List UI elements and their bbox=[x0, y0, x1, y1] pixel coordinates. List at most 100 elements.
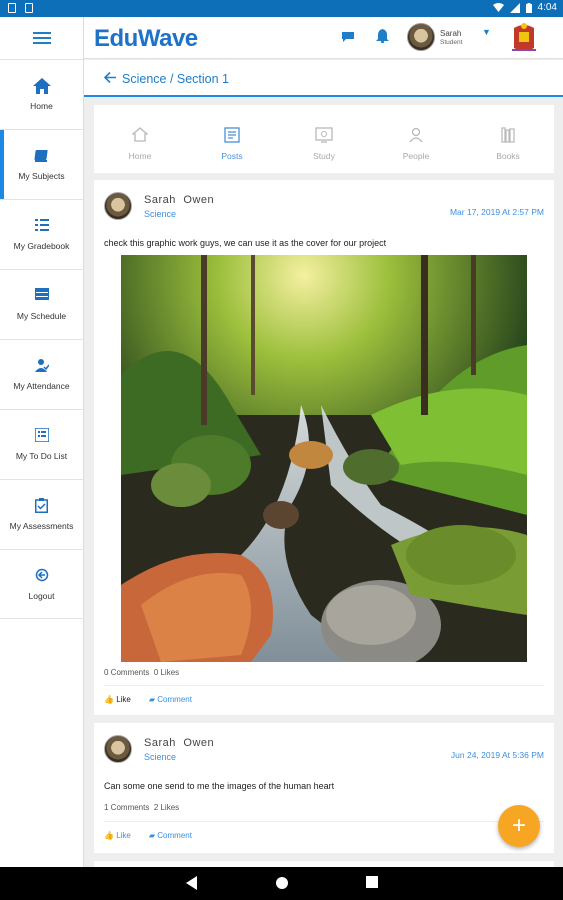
post-subject[interactable]: Science bbox=[144, 752, 176, 762]
signal-icon bbox=[509, 2, 520, 13]
sidebar-item-label: My Assessments bbox=[9, 521, 74, 531]
chevron-down-icon[interactable]: ▼ bbox=[482, 27, 491, 37]
comment-label: Comment bbox=[157, 695, 192, 704]
tab-study[interactable]: Study bbox=[278, 105, 370, 173]
table-icon bbox=[34, 288, 49, 306]
tab-posts[interactable]: Posts bbox=[186, 105, 278, 173]
comments-count[interactable]: 1 Comments bbox=[104, 803, 149, 812]
posts-icon bbox=[224, 127, 240, 145]
post-author[interactable]: Sarah Owen bbox=[144, 737, 214, 749]
sidebar-item-label: My Subjects bbox=[18, 171, 65, 181]
post-author[interactable]: Sarah Owen bbox=[144, 194, 214, 206]
sidebar-item-label: My To Do List bbox=[15, 451, 68, 461]
posts-feed: Sarah Owen Science Mar 17, 2019 At 2:57 … bbox=[94, 180, 554, 867]
breadcrumb[interactable]: Science / Section 1 bbox=[122, 72, 229, 86]
post-text: Can some one send to me the images of th… bbox=[104, 781, 335, 791]
avatar[interactable] bbox=[104, 192, 132, 220]
user-name: Sarah bbox=[440, 29, 462, 38]
clock: 4:04 bbox=[537, 2, 557, 13]
likes-count[interactable]: 2 Likes bbox=[154, 803, 179, 812]
app-header: EduWave Sarah Student ▼ bbox=[84, 17, 563, 59]
subject-tabs: Home Posts Study People Books bbox=[94, 105, 554, 173]
home-icon bbox=[32, 78, 51, 96]
like-label: Like bbox=[116, 831, 131, 840]
user-role: Student bbox=[440, 39, 463, 46]
like-button[interactable]: 👍 Like bbox=[104, 831, 131, 840]
tab-label: People bbox=[402, 151, 430, 161]
sidebar-item-label: My Attendance bbox=[13, 381, 70, 391]
bell-icon[interactable] bbox=[376, 29, 389, 46]
post-stats: 0 Comments 0 Likes bbox=[104, 668, 179, 677]
tab-label: Books bbox=[496, 151, 520, 161]
status-bar: 4:04 bbox=[0, 0, 563, 17]
hamburger-icon bbox=[32, 32, 51, 44]
sidebar-item-my-subjects[interactable]: My Subjects bbox=[0, 129, 83, 199]
sidebar-item-label: Home bbox=[30, 101, 53, 111]
comments-count[interactable]: 0 Comments bbox=[104, 668, 149, 677]
sidebar-item-label: Logout bbox=[28, 590, 55, 601]
comment-icon: ▰ bbox=[148, 695, 156, 704]
post-card: Sarah Owen Science Jun 24, 2019 At 5:36 … bbox=[94, 723, 554, 853]
book-icon bbox=[33, 148, 50, 166]
people-icon bbox=[408, 127, 424, 145]
home-button-icon[interactable] bbox=[275, 876, 289, 890]
comment-icon: ▰ bbox=[148, 831, 156, 840]
post-actions: 👍 Like ▰ Comment bbox=[104, 821, 544, 840]
sidebar: Home My Subjects My Gradebook My Schedul… bbox=[0, 17, 84, 867]
sidebar-item-logout[interactable]: Logout bbox=[0, 549, 83, 619]
back-arrow-icon[interactable] bbox=[103, 71, 116, 86]
post-date: Mar 17, 2019 At 2:57 PM bbox=[449, 207, 544, 217]
tab-books[interactable]: Books bbox=[462, 105, 554, 173]
add-post-button[interactable]: + bbox=[498, 805, 540, 847]
person-check-icon bbox=[34, 358, 50, 376]
post-stats: 1 Comments 2 Likes bbox=[104, 803, 179, 812]
clipboard-icon bbox=[35, 498, 48, 516]
study-icon bbox=[315, 127, 333, 145]
post-image[interactable] bbox=[121, 255, 527, 662]
avatar[interactable] bbox=[407, 23, 435, 51]
menu-button[interactable] bbox=[0, 17, 83, 59]
sidebar-item-my-assessments[interactable]: My Assessments bbox=[0, 479, 83, 549]
comment-button[interactable]: ▰ Comment bbox=[149, 695, 192, 704]
notification-icon bbox=[25, 3, 33, 13]
thumbs-up-icon: 👍 bbox=[104, 831, 114, 840]
sidebar-item-label: My Gradebook bbox=[13, 241, 70, 251]
post-actions: 👍 Like ▰ Comment bbox=[104, 685, 544, 704]
tab-label: Posts bbox=[221, 151, 243, 161]
checklist-icon bbox=[33, 427, 50, 446]
wifi-icon bbox=[492, 3, 504, 12]
comment-label: Comment bbox=[157, 831, 192, 840]
breadcrumb-bar: Science / Section 1 bbox=[84, 60, 563, 97]
sidebar-item-my-attendance[interactable]: My Attendance bbox=[0, 339, 83, 409]
app-logo[interactable]: EduWave bbox=[94, 25, 198, 53]
avatar[interactable] bbox=[104, 735, 132, 763]
back-icon[interactable] bbox=[186, 876, 198, 890]
recents-icon[interactable] bbox=[366, 876, 378, 888]
sidebar-item-my-gradebook[interactable]: My Gradebook bbox=[0, 199, 83, 269]
thumbs-up-icon: 👍 bbox=[104, 695, 114, 704]
system-nav-bar bbox=[0, 867, 563, 900]
notification-icon bbox=[8, 3, 16, 13]
books-icon bbox=[500, 127, 516, 145]
tab-label: Home bbox=[128, 151, 152, 161]
likes-count[interactable]: 0 Likes bbox=[154, 668, 179, 677]
post-date: Jun 24, 2019 At 5:36 PM bbox=[450, 750, 544, 760]
comment-button[interactable]: ▰ Comment bbox=[149, 831, 192, 840]
battery-icon bbox=[525, 2, 532, 13]
sidebar-item-home[interactable]: Home bbox=[0, 59, 83, 129]
home-icon bbox=[131, 127, 149, 145]
tab-home[interactable]: Home bbox=[94, 105, 186, 173]
tab-people[interactable]: People bbox=[370, 105, 462, 173]
post-card: Sarah Owen Science Mar 17, 2019 At 2:57 … bbox=[94, 180, 554, 715]
tab-label: Study bbox=[313, 151, 335, 161]
list-icon bbox=[34, 218, 49, 236]
sidebar-item-label: My Schedule bbox=[16, 311, 67, 321]
like-button[interactable]: 👍 Like bbox=[104, 695, 131, 704]
post-text: check this graphic work guys, we can use… bbox=[104, 238, 387, 248]
chat-icon[interactable] bbox=[341, 31, 355, 46]
post-subject[interactable]: Science bbox=[144, 209, 176, 219]
sidebar-item-my-to-do-list[interactable]: My To Do List bbox=[0, 409, 83, 479]
sidebar-item-my-schedule[interactable]: My Schedule bbox=[0, 269, 83, 339]
logout-icon bbox=[35, 568, 49, 586]
crest-logo bbox=[512, 23, 536, 51]
